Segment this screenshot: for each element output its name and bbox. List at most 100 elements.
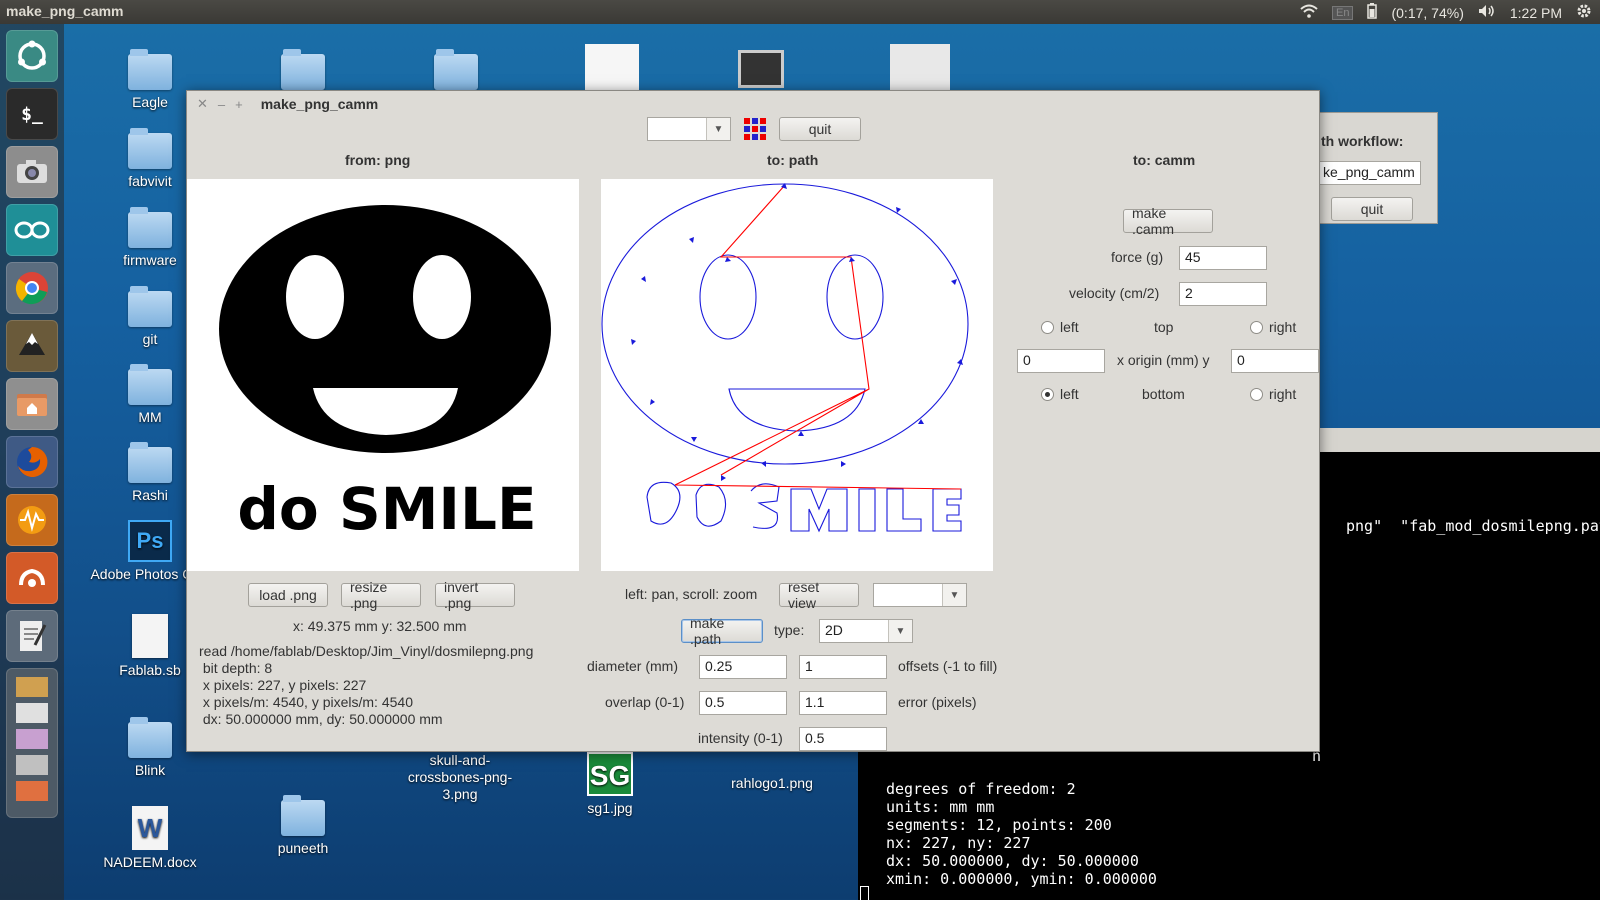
top-label: top (1154, 319, 1174, 335)
volume-icon[interactable] (1478, 4, 1496, 21)
intensity-input[interactable]: 0.5 (799, 727, 887, 751)
desktop-image-file[interactable]: rahlogo1.png (722, 775, 822, 791)
path-preview-canvas[interactable] (601, 179, 993, 571)
desktop-folder[interactable]: MM (100, 364, 200, 425)
offsets-input[interactable]: 1 (799, 655, 887, 679)
desktop-docx-file[interactable]: W NADEEM.docx (100, 806, 200, 870)
overlap-input[interactable]: 0.5 (699, 691, 787, 715)
velocity-input[interactable]: 2 (1179, 282, 1267, 306)
window-titlebar[interactable]: ✕ – + make_png_camm (187, 91, 1319, 117)
type-label: type: (774, 622, 805, 638)
maximize-icon[interactable]: + (235, 97, 243, 112)
origin-bottom-left-radio[interactable] (1041, 388, 1054, 401)
active-window-title: make_png_camm (6, 3, 124, 19)
force-input[interactable]: 45 (1179, 246, 1267, 270)
view-select[interactable]: ▼ (873, 583, 967, 607)
ubuntu-one-icon[interactable] (6, 552, 58, 604)
smiley-left-eye (286, 255, 344, 339)
desktop-document-thumbnail[interactable] (585, 44, 639, 90)
image-info-line: x pixels: 227, y pixels: 227 (199, 677, 367, 693)
workflow-field[interactable]: ke_png_camm (1317, 161, 1421, 185)
desktop-file[interactable]: Fablab.sb (100, 614, 200, 678)
resize-png-button[interactable]: resize .png (341, 579, 421, 611)
make-camm-button[interactable]: make .camm (1123, 205, 1213, 237)
load-png-button[interactable]: load .png (248, 583, 328, 607)
origin-top-right-radio[interactable] (1250, 321, 1263, 334)
png-preview-canvas[interactable]: do SMILE (187, 179, 579, 571)
image-info-line: bit depth: 8 (199, 660, 273, 676)
quit-button[interactable]: quit (779, 117, 861, 141)
minimize-icon[interactable]: – (218, 97, 225, 112)
reset-view-button[interactable]: reset view (779, 579, 859, 611)
workspace-icon[interactable] (6, 668, 58, 818)
workflow-select[interactable]: ▼ (647, 117, 731, 141)
desktop-folder[interactable] (406, 49, 506, 94)
error-input[interactable]: 1.1 (799, 691, 887, 715)
terminal-output-line: degrees of freedom: 2 (886, 780, 1076, 798)
path-outline-right-eye (826, 254, 884, 340)
terminal-output-line: nx: 227, ny: 227 (886, 834, 1031, 852)
image-info-line: dx: 50.000000 mm, dy: 50.000000 mm (199, 711, 443, 727)
terminal-output-line: segments: 12, points: 200 (886, 816, 1112, 834)
desktop-folder[interactable]: puneeth (253, 795, 353, 856)
invert-png-button[interactable]: invert .png (435, 579, 515, 611)
origin-top-left-radio[interactable] (1041, 321, 1054, 334)
inkscape-icon[interactable] (6, 320, 58, 372)
desktop-folder[interactable]: fabvivit (100, 128, 200, 189)
keyboard-language-indicator[interactable]: En (1332, 5, 1354, 20)
firefox-icon[interactable] (6, 436, 58, 488)
arduino-icon[interactable] (6, 204, 58, 256)
battery-status: (0:17, 74%) (1391, 4, 1464, 21)
path-outline-text (646, 481, 962, 533)
audacity-icon[interactable] (6, 494, 58, 546)
ubuntu-dash-icon[interactable] (6, 30, 58, 82)
files-icon[interactable] (6, 378, 58, 430)
path-type-select[interactable]: 2D ▼ (819, 619, 913, 643)
bottom-left-label: left (1060, 386, 1079, 402)
overlap-label: overlap (0-1) (605, 694, 685, 710)
pan-zoom-hint: left: pan, scroll: zoom (625, 586, 758, 602)
wifi-icon[interactable] (1300, 4, 1318, 21)
desktop-image-file[interactable]: skull-and-crossbones-png-3.png (395, 752, 525, 803)
origin-bottom-right-radio[interactable] (1250, 388, 1263, 401)
chrome-icon[interactable] (6, 262, 58, 314)
origin-label: x origin (mm) y (1117, 352, 1210, 368)
workflow-quit-button[interactable]: quit (1331, 197, 1413, 221)
origin-y-input[interactable]: 0 (1231, 349, 1319, 373)
desktop-folder[interactable]: firmware (100, 207, 200, 268)
close-icon[interactable]: ✕ (197, 96, 208, 112)
desktop-folder[interactable] (253, 49, 353, 94)
terminal-icon[interactable]: $_ (6, 88, 58, 140)
battery-icon[interactable] (1367, 3, 1378, 22)
desktop-screenshot-thumbnail[interactable] (890, 44, 950, 90)
desktop-folder[interactable]: Rashi (100, 442, 200, 503)
to-camm-header: to: camm (1133, 152, 1196, 168)
top-left-label: left (1060, 319, 1079, 335)
terminal-output-line: units: mm mm (886, 798, 995, 816)
make-png-camm-window[interactable]: ✕ – + make_png_camm ▼ quit from: png to:… (186, 90, 1320, 752)
camera-icon[interactable] (6, 146, 58, 198)
path-type-value: 2D (825, 622, 843, 638)
clock[interactable]: 1:22 PM (1510, 5, 1562, 21)
smiley-right-eye (413, 255, 471, 339)
to-path-header: to: path (767, 152, 819, 168)
bottom-label: bottom (1142, 386, 1185, 402)
make-path-button[interactable]: make .path (681, 615, 763, 647)
launcher: $_ (0, 24, 64, 900)
desktop-folder[interactable]: Blink (100, 717, 200, 778)
desktop-folder[interactable]: git (100, 286, 200, 347)
gear-icon[interactable] (1576, 3, 1592, 22)
desktop-folder[interactable]: Eagle (100, 49, 200, 110)
diameter-label: diameter (mm) (587, 658, 679, 674)
fab-modules-logo-icon (743, 117, 767, 144)
top-panel: make_png_camm En (0:17, 74%) 1:22 PM (0, 0, 1600, 24)
word-document-icon: W (132, 806, 168, 850)
origin-x-input[interactable]: 0 (1017, 349, 1105, 373)
desktop-image-file[interactable]: SG sg1.jpg (560, 752, 660, 816)
from-png-header: from: png (345, 152, 411, 168)
offsets-label: offsets (-1 to fill) (898, 658, 998, 674)
path-travel-moves (674, 184, 962, 490)
diameter-input[interactable]: 0.25 (699, 655, 787, 679)
desktop-screenshot-thumbnail[interactable] (738, 50, 784, 88)
text-editor-icon[interactable] (6, 610, 58, 662)
